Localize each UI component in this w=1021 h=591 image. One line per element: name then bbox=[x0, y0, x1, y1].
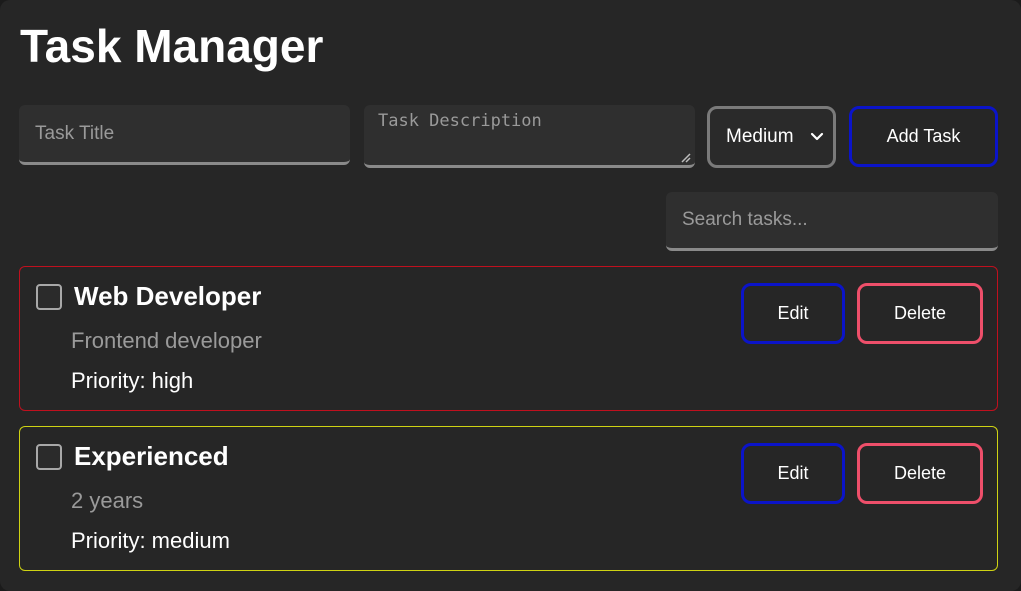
task-card: Experienced 2 years Priority: medium Edi… bbox=[19, 426, 998, 571]
task-description: Frontend developer bbox=[71, 328, 262, 353]
task-title: Web Developer bbox=[74, 281, 262, 311]
task-manager-app: Task Manager Medium Add Task Web Develop… bbox=[0, 0, 1021, 591]
task-description: 2 years bbox=[71, 488, 144, 513]
add-task-button[interactable]: Add Task bbox=[849, 106, 998, 167]
delete-task-button[interactable]: Delete bbox=[857, 283, 983, 344]
resize-grip-icon[interactable] bbox=[679, 151, 691, 163]
priority-select[interactable]: Medium bbox=[707, 106, 836, 168]
task-title-input[interactable] bbox=[19, 105, 350, 165]
delete-task-button[interactable]: Delete bbox=[857, 443, 983, 504]
task-priority: Priority: high bbox=[71, 368, 194, 393]
edit-task-button[interactable]: Edit bbox=[741, 283, 845, 344]
priority-selected-value: Medium bbox=[726, 126, 794, 147]
chevron-down-icon bbox=[810, 132, 824, 141]
page-title: Task Manager bbox=[20, 20, 324, 72]
search-input[interactable] bbox=[666, 192, 998, 251]
task-description-input[interactable] bbox=[364, 105, 695, 168]
task-title: Experienced bbox=[74, 441, 229, 471]
task-checkbox[interactable] bbox=[36, 444, 62, 470]
task-checkbox[interactable] bbox=[36, 284, 62, 310]
task-card: Web Developer Frontend developer Priorit… bbox=[19, 266, 998, 411]
task-priority: Priority: medium bbox=[71, 528, 230, 553]
edit-task-button[interactable]: Edit bbox=[741, 443, 845, 504]
